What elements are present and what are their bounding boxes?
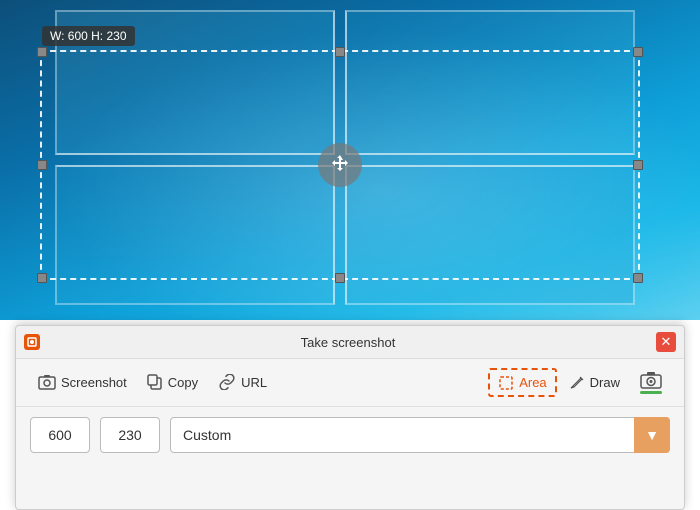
preset-select[interactable]: Custom Full screen 1280×720 1920×1080	[170, 417, 670, 453]
app-icon	[24, 334, 40, 350]
handle-bottom-right[interactable]	[633, 273, 643, 283]
close-button[interactable]: ✕	[656, 332, 676, 352]
screenshot-label: Screenshot	[61, 375, 127, 390]
copy-icon	[147, 374, 163, 392]
selection-area[interactable]: W: 600 H: 230	[40, 50, 640, 280]
handle-top-middle[interactable]	[335, 47, 345, 57]
dialog-titlebar: Take screenshot ✕	[16, 326, 684, 359]
url-label: URL	[241, 375, 267, 390]
screenshot-button[interactable]: Screenshot	[30, 370, 135, 396]
camera-active-indicator	[640, 391, 662, 394]
draw-button[interactable]: Draw	[561, 370, 628, 395]
url-button[interactable]: URL	[210, 370, 275, 396]
dialog-title: Take screenshot	[40, 335, 656, 350]
copy-label: Copy	[168, 375, 198, 390]
draw-icon	[569, 374, 585, 391]
handle-middle-left[interactable]	[37, 160, 47, 170]
dimension-label: W: 600 H: 230	[42, 26, 135, 46]
handle-middle-right[interactable]	[633, 160, 643, 170]
handle-bottom-middle[interactable]	[335, 273, 345, 283]
handle-top-left[interactable]	[37, 47, 47, 57]
camera-icon-wrapper	[640, 371, 662, 394]
handle-bottom-left[interactable]	[37, 273, 47, 283]
preset-select-wrapper: Custom Full screen 1280×720 1920×1080 ▼	[170, 417, 670, 453]
dialog-toolbar: Screenshot Copy URL	[16, 359, 684, 407]
area-label: Area	[519, 375, 546, 390]
move-icon[interactable]	[318, 143, 362, 187]
width-input[interactable]	[30, 417, 90, 453]
dialog-bottom: Custom Full screen 1280×720 1920×1080 ▼	[16, 407, 684, 463]
screenshot-dialog: Take screenshot ✕ Screenshot	[15, 325, 685, 510]
area-icon	[498, 374, 514, 391]
height-input[interactable]	[100, 417, 160, 453]
camera-mode-button[interactable]	[632, 367, 670, 398]
handle-top-right[interactable]	[633, 47, 643, 57]
draw-label: Draw	[590, 375, 620, 390]
desktop-background: W: 600 H: 230	[0, 0, 700, 320]
screenshot-icon	[38, 374, 56, 392]
copy-button[interactable]: Copy	[139, 370, 206, 396]
area-button[interactable]: Area	[488, 368, 556, 397]
url-icon	[218, 374, 236, 392]
